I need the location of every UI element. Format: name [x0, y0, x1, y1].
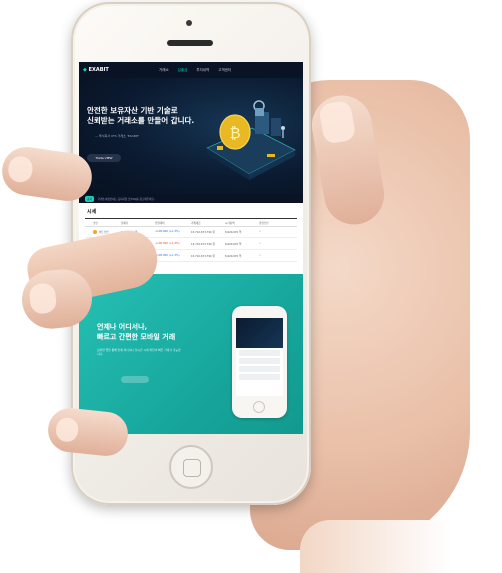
- col-volume[interactable]: 거래대금: [191, 221, 225, 225]
- svg-text:₿: ₿: [229, 124, 240, 142]
- change-cell: +105,000 (+1.3%): [155, 254, 180, 257]
- col-change[interactable]: 전일대비: [155, 221, 191, 225]
- trade-view-button[interactable]: Trade VIEW: [87, 154, 121, 162]
- col-price[interactable]: 현재가: [121, 221, 155, 225]
- nav-menu: 거래소 입출금 투자내역 고객센터: [159, 68, 231, 73]
- promo-button[interactable]: [121, 376, 149, 383]
- volume-cell: 15,710,673,790 원: [191, 254, 215, 258]
- star-icon[interactable]: ☆: [259, 254, 289, 257]
- promo-description: 모바일 앱을 통해 언제 어디서나 실시간 시세 확인과 빠른 거래가 가능합니…: [97, 348, 181, 356]
- volume-cell: 15,710,673,790 원: [191, 230, 215, 234]
- bitcoin-icon: [93, 229, 97, 234]
- home-button[interactable]: [169, 445, 213, 489]
- wrist: [300, 520, 502, 573]
- col-favorite[interactable]: 관심코인: [259, 221, 289, 225]
- notice-bar[interactable]: 공지 거래소이용안내는 공지사항 및 FAQ를 참고해주세요.: [79, 194, 303, 203]
- top-nav: ◆ EXABIT 거래소 입출금 투자내역 고객센터: [79, 62, 303, 78]
- notice-tag: 공지: [85, 195, 94, 202]
- site-logo[interactable]: ◆ EXABIT: [83, 67, 123, 73]
- cap-cell: 8,620,670 억: [225, 254, 242, 258]
- nav-item-history[interactable]: 투자내역: [196, 68, 209, 73]
- hero-illustration: ₿: [206, 100, 296, 180]
- nav-item-support[interactable]: 고객센터: [218, 68, 231, 73]
- change-cell: +105,000 (+1.3%): [155, 242, 180, 245]
- star-icon[interactable]: ☆: [259, 230, 289, 233]
- promo-title: 언제나 어디서나, 빠르고 간편한 모바일 거래: [97, 323, 176, 341]
- market-title: 시세: [87, 209, 97, 215]
- cap-cell: 8,620,670 억: [225, 242, 242, 246]
- change-cell: +105,000 (+1.3%): [155, 230, 180, 233]
- star-icon[interactable]: ☆: [259, 242, 289, 245]
- front-camera: [186, 20, 192, 26]
- cap-cell: 8,620,670 억: [225, 230, 242, 234]
- mini-home-button: [253, 401, 265, 413]
- col-coin[interactable]: 코인: [85, 221, 121, 225]
- nav-item-exchange[interactable]: 거래소: [159, 68, 169, 73]
- mini-hero: [236, 318, 283, 348]
- mobile-promo-section: 언제나 어디서나, 빠르고 간편한 모바일 거래 모바일 앱을 통해 언제 어디…: [79, 274, 303, 434]
- notice-text: 거래소이용안내는 공지사항 및 FAQ를 참고해주세요.: [97, 197, 155, 201]
- mini-phone-mockup: [232, 306, 287, 418]
- volume-cell: 15,710,673,790 원: [191, 242, 215, 246]
- col-cap[interactable]: 시가총액: [225, 221, 259, 225]
- nav-item-deposit[interactable]: 입출금: [178, 68, 188, 73]
- earpiece-speaker: [167, 40, 213, 46]
- mini-phone-screen: [236, 318, 283, 396]
- hero-banner: 안전한 보유자산 기반 기술로 신뢰받는 거래소를 만들어 갑니다. — 투식회…: [79, 78, 303, 194]
